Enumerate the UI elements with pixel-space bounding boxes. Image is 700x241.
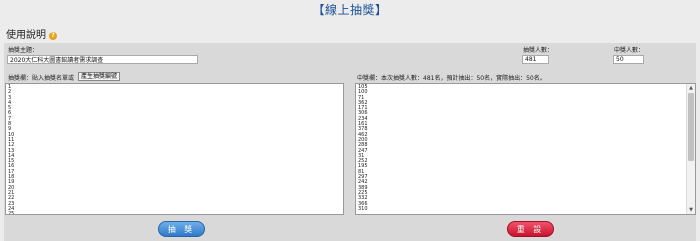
result-textarea[interactable]: 105 100 71 362 171 306 234 161 378 462 200 288 247 31…: [355, 83, 696, 215]
section-title-text: 使用說明: [6, 30, 46, 41]
result-lines: 105 100 71 362 171 306 234 161 378 462 200 288 247 31…: [358, 84, 368, 212]
pool-lines: 1 2 3 4 5 6 7 8 9 10 11 12 13 14 15 16 17 18 19 20 21 22 23 24 2…: [8, 84, 15, 215]
scroll-down-icon[interactable]: ▼: [687, 206, 695, 214]
count-input[interactable]: [522, 55, 549, 64]
scroll-up-icon[interactable]: ▲: [687, 84, 695, 92]
pool-label: 抽獎欄：貼入抽獎名單或: [8, 75, 75, 82]
topic-label: 抽獎主題：: [8, 47, 39, 54]
pool-textarea[interactable]: 1 2 3 4 5 6 7 8 9 10 11 12 13 14 15 16 17 18 19 20 21 22 23 24 2…: [5, 83, 344, 215]
question-circle-icon[interactable]: ?: [49, 32, 57, 40]
list-line: 25: [8, 211, 15, 215]
result-scrollbar[interactable]: ▲ ▼: [686, 84, 695, 214]
topic-input[interactable]: [7, 55, 198, 64]
page-title: 【線上抽獎】: [312, 3, 388, 17]
draw-button[interactable]: 抽 獎: [158, 221, 205, 237]
list-line: 310: [358, 205, 368, 212]
generate-numbers-button[interactable]: 產生抽獎編號: [78, 72, 121, 81]
lottery-panel: 抽獎主題： 抽獎人數： 中獎人數： 抽獎欄：貼入抽獎名單或 產生抽獎編號 中獎欄…: [4, 43, 696, 241]
result-label: 中獎欄：本次抽獎人數：481名，預計抽出：50名，實際抽出：50名。: [357, 75, 546, 82]
count-label: 抽獎人數：: [523, 47, 554, 54]
section-title: 使用說明?: [6, 26, 57, 41]
winners-label: 中獎人數：: [614, 47, 645, 54]
scroll-thumb[interactable]: [688, 93, 694, 161]
winners-input[interactable]: [613, 55, 644, 64]
reset-button[interactable]: 重 設: [507, 221, 554, 237]
